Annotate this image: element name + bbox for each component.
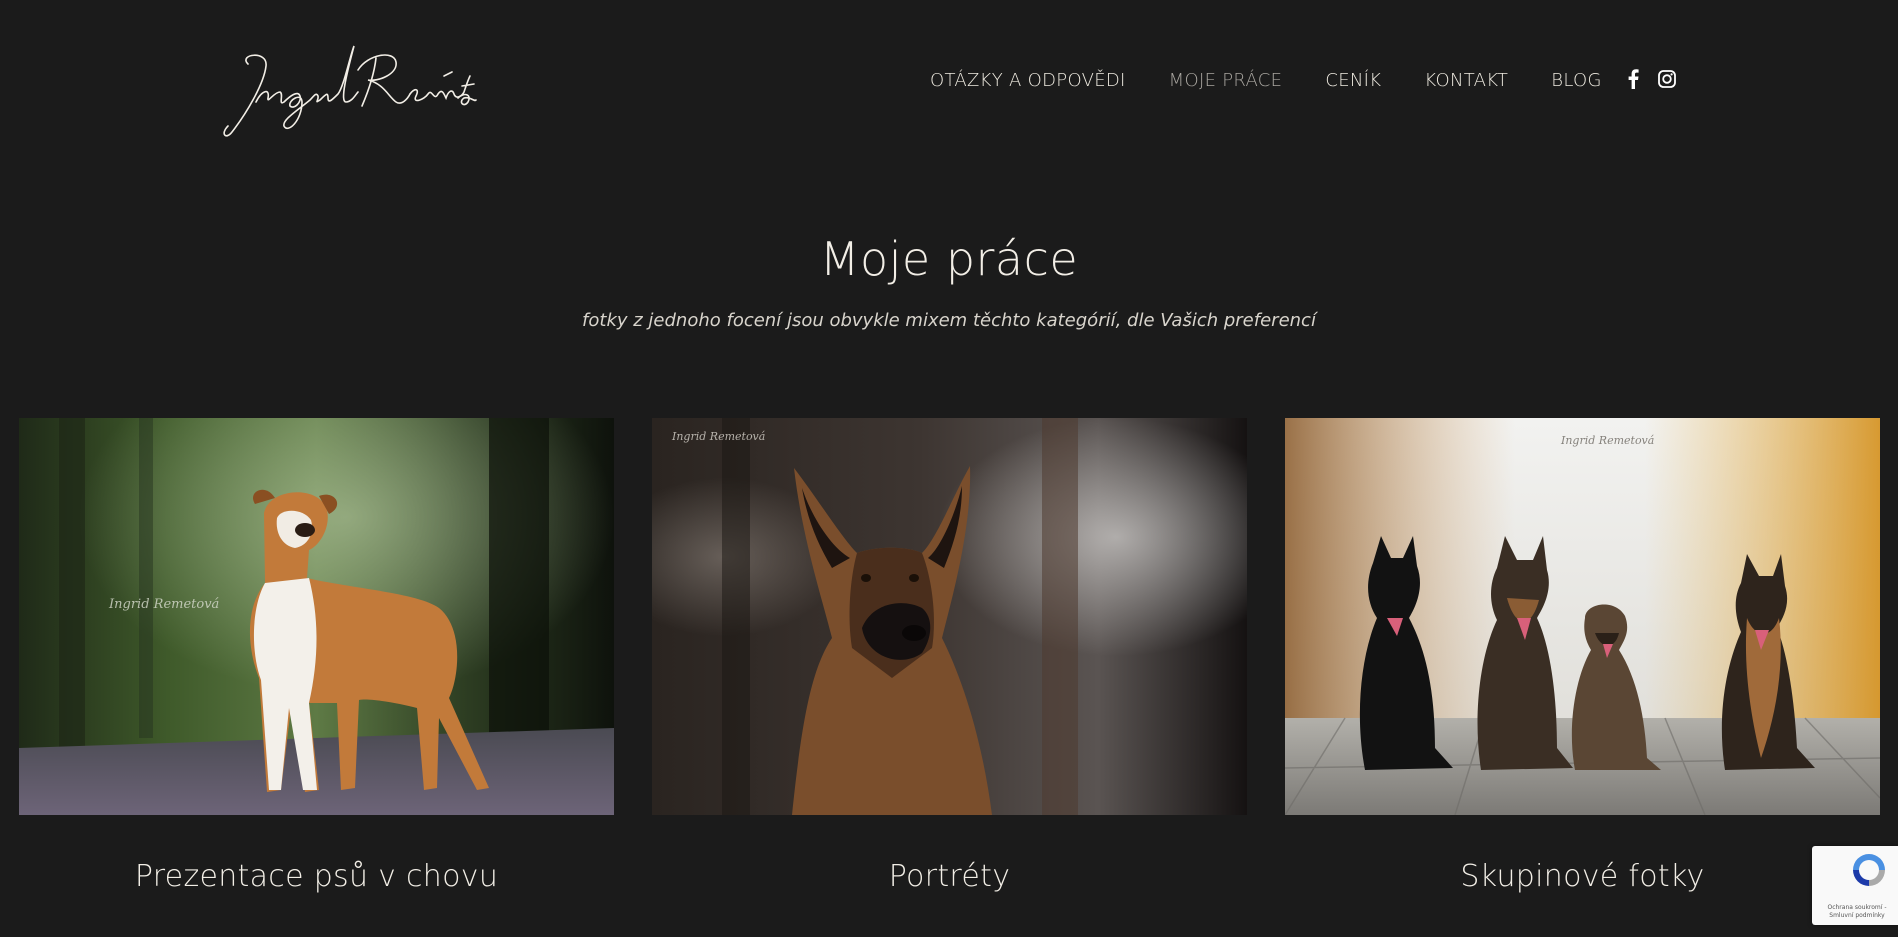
recaptcha-text[interactable]: Ochrana soukromí - Smluvní podmínky [1815, 904, 1898, 920]
watermark-text: Ingrid Remetová [1560, 434, 1654, 447]
gallery-card-title[interactable]: Prezentace psů v chovu [19, 859, 614, 894]
main-nav: OTÁZKY A ODPOVĚDI MOJE PRÁCE CENÍK KONTA… [930, 66, 1645, 94]
gallery-photo-group[interactable]: Ingrid Remetová [1285, 418, 1880, 815]
social-links [1622, 68, 1690, 90]
gallery-photo-breeding[interactable]: Ingrid Remetová [19, 418, 614, 815]
gallery-card-title[interactable]: Skupinové fotky [1285, 859, 1880, 894]
gallery-photo-portraits[interactable]: Ingrid Remetová [652, 418, 1247, 815]
page-subtitle: fotky z jednoho focení jsou obvykle mixe… [582, 310, 1316, 331]
gallery-card-group[interactable]: Ingrid Remetová Skupinové fotky [1285, 418, 1880, 894]
nav-item-questions[interactable]: OTÁZKY A ODPOVĚDI [930, 70, 1126, 91]
nav-item-pricing[interactable]: CENÍK [1325, 70, 1381, 91]
nav-item-my-work[interactable]: MOJE PRÁCE [1169, 70, 1283, 91]
gallery-card-title[interactable]: Portréty [652, 859, 1247, 894]
nav-item-blog[interactable]: BLOG [1551, 70, 1602, 91]
page: Ingrid Remetová OTÁZKY A ODPOVĚDI MOJE P… [0, 0, 1898, 937]
logo-signature-graphic [223, 45, 477, 137]
facebook-icon[interactable] [1622, 68, 1644, 90]
nav-item-contact[interactable]: KONTAKT [1424, 70, 1508, 91]
recaptcha-badge[interactable]: Ochrana soukromí - Smluvní podmínky [1812, 846, 1898, 925]
gallery-card-portraits[interactable]: Ingrid Remetová Portréty [652, 418, 1247, 894]
watermark-text: Ingrid Remetová [671, 430, 765, 443]
recaptcha-icon [1853, 854, 1885, 886]
watermark-text: Ingrid Remetová [108, 597, 220, 612]
page-title: Moje práce [819, 232, 1079, 286]
gallery: Ingrid Remetová Prezentace psů v chovu I… [19, 418, 1880, 894]
gallery-card-breeding[interactable]: Ingrid Remetová Prezentace psů v chovu [19, 418, 614, 894]
site-logo[interactable]: Ingrid Remetová [218, 36, 478, 142]
instagram-icon[interactable] [1656, 68, 1678, 90]
